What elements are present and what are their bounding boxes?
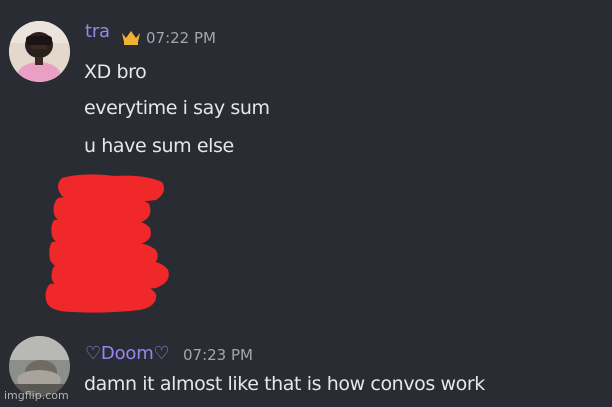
user-avatar-doom[interactable] — [9, 336, 70, 397]
message-timestamp: 07:22 PM — [146, 29, 216, 47]
message-line: XD bro — [84, 61, 147, 83]
user-avatar-tra[interactable] — [9, 21, 70, 82]
username[interactable]: ♡Doom♡ — [85, 343, 170, 364]
message-timestamp: 07:23 PM — [183, 346, 253, 364]
message-line: damn it almost like that is how convos w… — [84, 373, 485, 395]
chat-view: tra 07:22 PM XD bro everytime i say sum … — [0, 0, 612, 407]
username[interactable]: tra — [85, 21, 110, 42]
watermark: imgflip.com — [4, 389, 69, 402]
message-line: u have sum else — [84, 135, 234, 157]
crown-icon — [120, 28, 142, 50]
avatar-image — [9, 336, 70, 397]
message-line: everytime i say sum — [84, 97, 270, 119]
redaction-scribble — [44, 170, 172, 315]
avatar-image — [9, 21, 70, 82]
